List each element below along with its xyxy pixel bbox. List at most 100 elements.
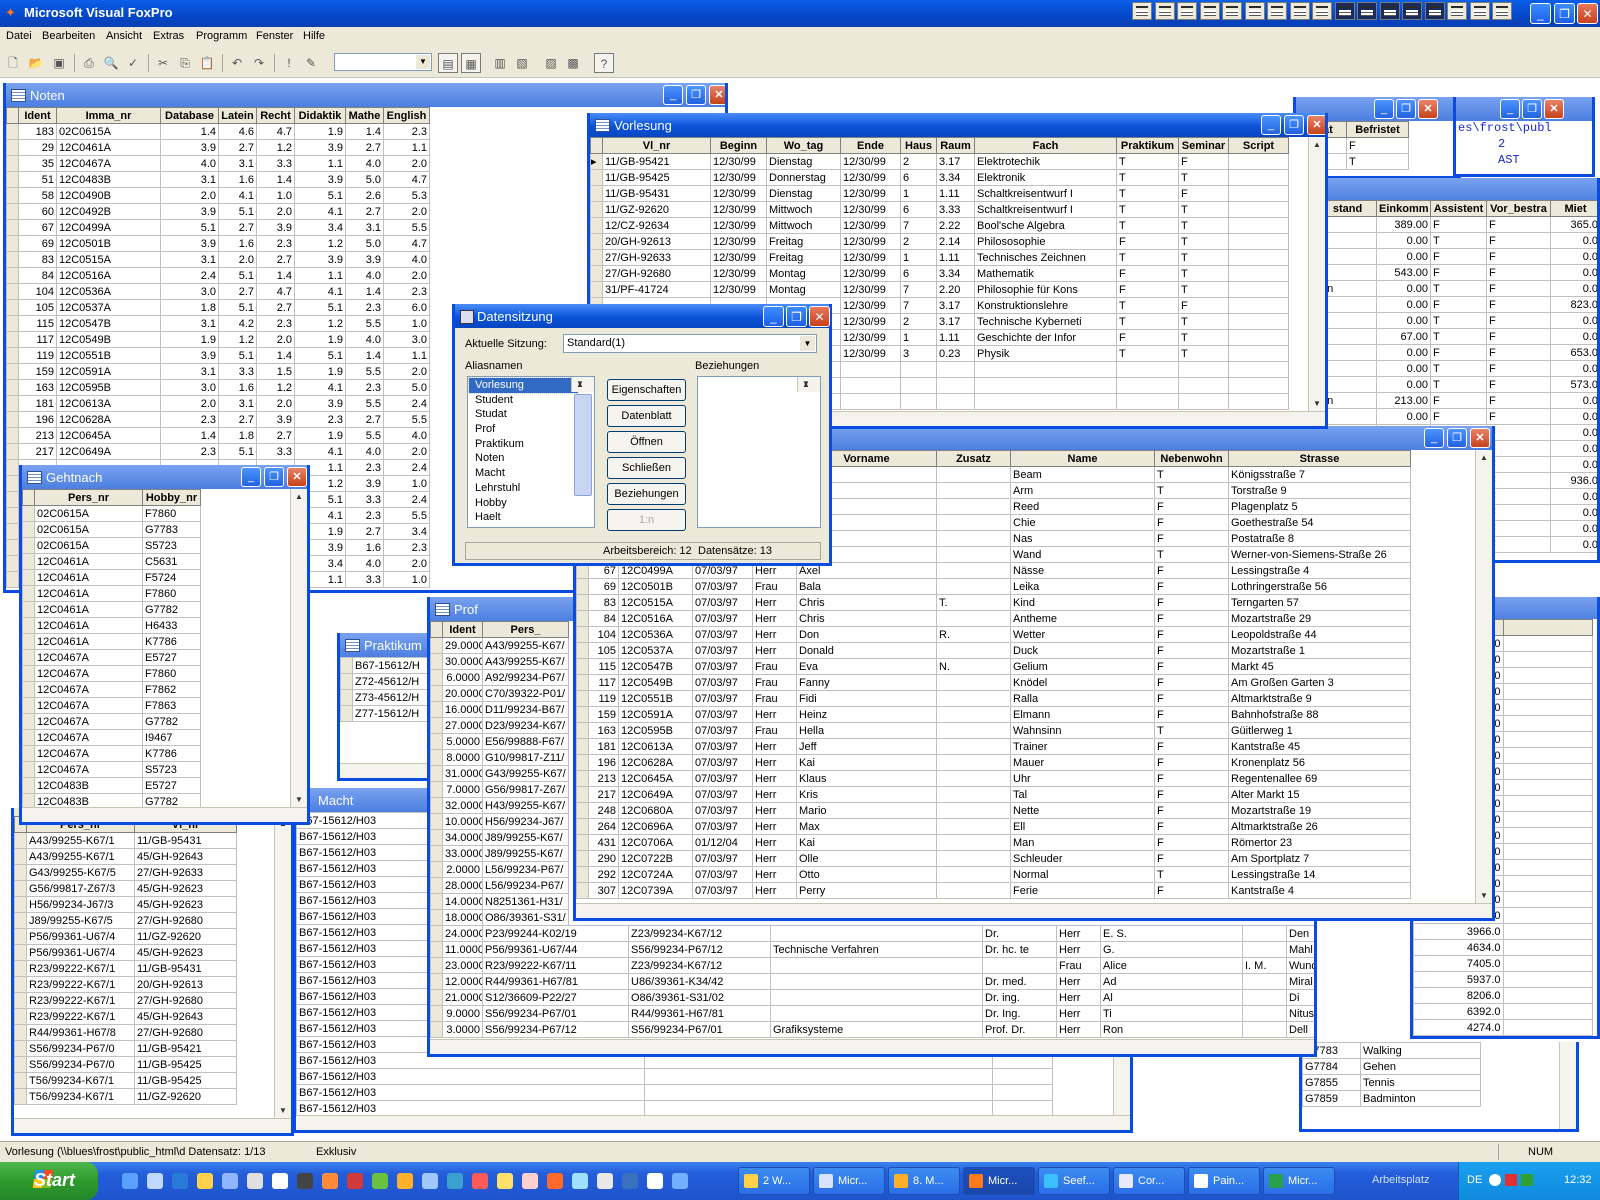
table-cell[interactable]: Bala [796, 578, 937, 595]
table-cell[interactable] [1242, 1021, 1287, 1038]
table-row[interactable]: 307 12C0739A 07/03/97 Herr Perry Ferie F Kantst… [576, 882, 1411, 899]
table-cell[interactable]: Ti [1100, 1005, 1243, 1022]
table-cell[interactable]: 07/03/97 [692, 850, 753, 867]
table-cell[interactable]: 2.3 [256, 315, 295, 332]
table-cell[interactable]: 12C0549B [618, 674, 693, 691]
table-cell[interactable]: Bool'sche Algebra [974, 217, 1117, 234]
vorlesung-minimize-button[interactable]: _ [1261, 115, 1281, 135]
table-row[interactable]: 84 12C0516A 07/03/97 Herr Chris Antheme F Mozar… [576, 610, 1411, 627]
table-row[interactable]: 5937.0 [1413, 971, 1593, 988]
table-cell[interactable]: 3.17 [936, 297, 975, 314]
table-cell[interactable]: 2.0 [256, 395, 295, 412]
window-lehrt[interactable]: Pers_nrVl_nrA43/99255-K67/111/GB-95431A4… [11, 808, 294, 1136]
table-cell[interactable]: 31.0000 [442, 765, 483, 782]
table-cell[interactable]: 0.00 [1376, 376, 1431, 393]
table-cell[interactable]: Konstruktionslehre [974, 297, 1117, 314]
table-cell[interactable]: Kronenplatz 56 [1228, 754, 1411, 771]
table-cell[interactable]: 2.0 [383, 267, 430, 284]
table-cell[interactable]: 0.0 [1550, 440, 1597, 457]
table-cell[interactable]: 3.1 [218, 395, 257, 412]
table-cell[interactable]: 4.0 [383, 251, 430, 268]
table-cell[interactable]: 2.0 [383, 555, 430, 572]
table-cell[interactable]: 12C0501B [56, 235, 161, 252]
table-cell[interactable]: 1.4 [160, 123, 219, 140]
vorlesung-maximize-button[interactable]: ❐ [1284, 115, 1304, 135]
table-row[interactable]: P56/99361-U67/4 11/GZ-92620 [14, 928, 269, 945]
table-cell[interactable]: 2.4 [383, 395, 430, 412]
table-cell[interactable]: 83 [588, 594, 619, 611]
table-cell[interactable]: Lessingstraße 14 [1228, 866, 1411, 883]
table-cell[interactable]: 33.0000 [442, 845, 483, 862]
table-row[interactable]: T56/99234-K67/1 11/GZ-92620 [14, 1088, 269, 1105]
menu-hilfe[interactable]: Hilfe [303, 30, 325, 42]
table-cell[interactable]: 2.7 [218, 411, 257, 428]
tray-icon[interactable] [1489, 1174, 1501, 1186]
table-cell[interactable]: 1.4 [256, 267, 295, 284]
table-cell[interactable]: Ell [1010, 818, 1155, 835]
table-cell[interactable]: E. S. [1100, 925, 1243, 942]
table-cell[interactable]: D11/99234-B67/ [482, 701, 569, 718]
table-row[interactable]: 27/GH-92680 12/30/99 Montag 12/30/99 6 3.34 Ma… [590, 265, 1289, 282]
table-cell[interactable]: 4.7 [383, 235, 430, 252]
run-icon[interactable]: ! [279, 53, 299, 73]
column-header[interactable]: Haus [900, 137, 937, 154]
table-row[interactable]: t0.00TF0.0 [1318, 360, 1597, 377]
table-cell[interactable]: 1.6 [345, 539, 384, 556]
table-cell[interactable]: G56/99817-Z67/ [482, 781, 569, 798]
table-cell[interactable]: Tal [1010, 786, 1155, 803]
quick-launch-icon[interactable] [597, 1173, 613, 1189]
table-cell[interactable]: 2.0 [383, 155, 430, 172]
table-cell[interactable]: 5937.0 [1413, 971, 1504, 988]
table-cell[interactable]: 12C0461A [34, 601, 143, 618]
table-cell[interactable]: 07/03/97 [692, 626, 753, 643]
table-cell[interactable]: 573.0 [1550, 376, 1597, 393]
print-preview-icon[interactable]: 🔍 [101, 53, 121, 73]
table-cell[interactable]: F [1154, 530, 1229, 547]
table-row[interactable]: G7859 Badminton [1302, 1090, 1481, 1107]
table-row[interactable]: en213.00FF0.0 [1318, 392, 1597, 409]
table-cell[interactable]: 07/03/97 [692, 594, 753, 611]
table-cell[interactable]: 12C0501B [618, 578, 693, 595]
table-cell[interactable]: A43/99255-K67/1 [26, 832, 135, 849]
table-cell[interactable]: Z73-45612/H [352, 689, 433, 706]
table-cell[interactable]: 0.0 [1550, 248, 1597, 265]
table-cell[interactable]: Mathematik [974, 265, 1117, 282]
table-cell[interactable]: Bahnhofstraße 88 [1228, 706, 1411, 723]
table-cell[interactable]: B67-15612/H03 [296, 1100, 645, 1116]
table-cell[interactable]: F [1154, 498, 1229, 515]
view-window-icon[interactable]: ▦ [461, 53, 481, 73]
row-marker[interactable] [22, 585, 35, 602]
table-cell[interactable] [936, 738, 1011, 755]
table-cell[interactable]: F [1154, 578, 1229, 595]
table-cell[interactable]: P56/99361-U67/4 [26, 944, 135, 961]
table-cell[interactable]: 119 [18, 347, 57, 364]
table-cell[interactable]: 0.00 [1376, 408, 1431, 425]
table-cell[interactable]: 12/30/99 [710, 201, 767, 218]
row-marker[interactable] [430, 765, 443, 782]
table-cell[interactable]: Mario [796, 802, 937, 819]
table-cell[interactable]: 67.00 [1376, 328, 1431, 345]
table-cell[interactable]: 163 [18, 379, 57, 396]
table-cell[interactable]: F [1154, 610, 1229, 627]
table-cell[interactable] [992, 1084, 1053, 1101]
table-cell[interactable]: 3.9 [160, 203, 219, 220]
table-row[interactable]: 196 12C0628A 07/03/97 Herr Kai Mauer F Kronenpl… [576, 754, 1411, 771]
table-cell[interactable]: 1.4 [345, 347, 384, 364]
row-marker[interactable] [14, 832, 27, 849]
table-cell[interactable]: 23.0000 [442, 957, 483, 974]
table-row[interactable]: 02C0615A F7860 [22, 505, 281, 522]
table-cell[interactable]: 12/30/99 [840, 297, 901, 314]
table-cell[interactable]: F [1154, 642, 1229, 659]
table-cell[interactable]: S56/99234-P67/01 [628, 1021, 771, 1038]
table-cell[interactable] [936, 610, 1011, 627]
table-cell[interactable]: Ralla [1010, 690, 1155, 707]
column-header[interactable]: Strasse [1228, 450, 1411, 467]
table-cell[interactable]: 12/30/99 [840, 249, 901, 266]
table-cell[interactable]: F [1154, 834, 1229, 851]
window-layout-icon[interactable] [1492, 2, 1512, 20]
table-cell[interactable]: Donnerstag [766, 169, 841, 186]
row-marker[interactable] [6, 235, 19, 252]
relations-list[interactable]: ▲ ▼ [697, 376, 821, 528]
table-cell[interactable]: 115 [588, 658, 619, 675]
row-marker[interactable] [430, 669, 443, 686]
